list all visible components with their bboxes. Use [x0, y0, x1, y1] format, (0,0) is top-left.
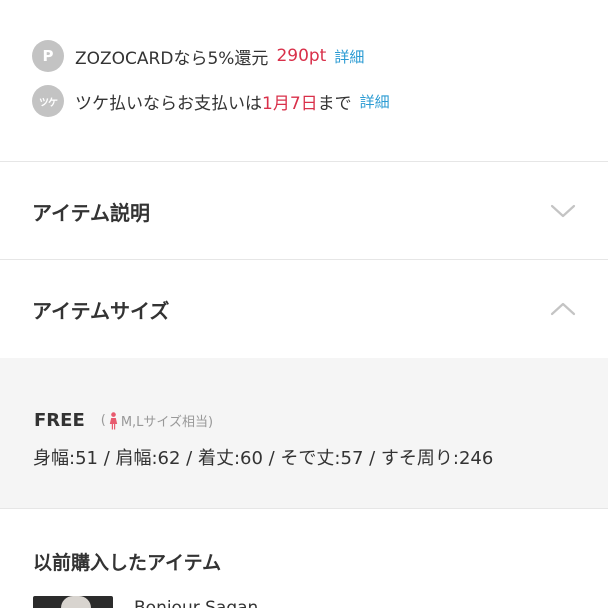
previous-item-thumbnail[interactable]	[33, 596, 113, 608]
female-person-icon	[109, 411, 118, 429]
tsuke-text: ツケ払いならお支払いは	[75, 93, 262, 114]
points-detail-link[interactable]: 詳細	[334, 46, 364, 67]
size-note-paren: (	[100, 413, 106, 428]
points-text: ZOZOCARDなら5%還元	[75, 48, 269, 69]
size-label: FREE	[34, 410, 85, 431]
item-size-title: アイテムサイズ	[32, 298, 170, 323]
previous-item-name[interactable]: Bonjour Sagan	[134, 598, 258, 608]
item-description-accordion[interactable]: アイテム説明	[0, 162, 608, 260]
tsuke-date: 1月7日	[262, 93, 318, 114]
size-panel: FREE ( M,Lサイズ相当) 身幅:51 / 肩幅:62 / 着丈:60 /…	[0, 358, 608, 508]
points-amount: 290pt	[276, 46, 327, 66]
size-note: ( M,Lサイズ相当)	[101, 411, 213, 430]
chevron-down-icon	[550, 204, 576, 218]
divider	[0, 508, 608, 509]
item-description-title: アイテム説明	[32, 200, 150, 225]
tsuke-icon: ツケ	[32, 85, 64, 117]
points-icon: P	[32, 40, 64, 72]
previous-purchases-title: 以前購入したアイテム	[33, 552, 222, 574]
chevron-up-icon	[550, 302, 576, 316]
tsuke-payment-row: ツケ ツケ払いならお支払いは 1月7日 まで 詳細	[32, 85, 390, 117]
cropped-heading-fragment	[80, 0, 94, 4]
tsuke-text-after: まで	[317, 93, 352, 114]
tsuke-detail-link[interactable]: 詳細	[360, 91, 390, 112]
size-note-text: M,Lサイズ相当)	[120, 415, 214, 430]
zozocard-points-row: P ZOZOCARDなら5%還元 290pt 詳細	[32, 40, 364, 72]
size-header: FREE ( M,Lサイズ相当)	[34, 410, 213, 431]
size-dimensions: 身幅:51 / 肩幅:62 / 着丈:60 / そで丈:57 / すそ周り:24…	[33, 448, 494, 469]
item-size-accordion[interactable]: アイテムサイズ	[0, 260, 608, 358]
